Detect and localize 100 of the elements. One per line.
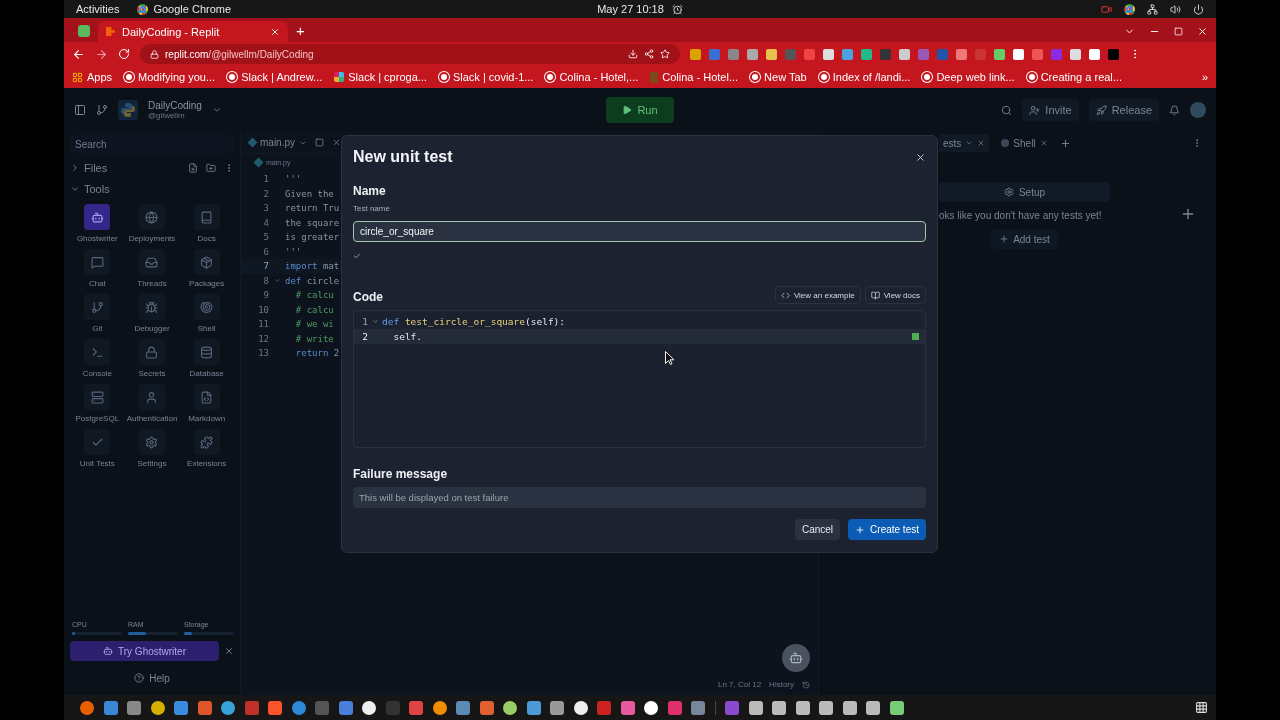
app-grid-icon[interactable] <box>1195 701 1208 714</box>
bookmark[interactable]: Deep web link... <box>922 71 1015 83</box>
tool-item[interactable]: Packages <box>179 249 234 288</box>
chrome-icon[interactable] <box>1124 3 1135 15</box>
taskbar-app-icon[interactable] <box>150 700 165 715</box>
activities-button[interactable]: Activities <box>76 3 120 15</box>
add-icon[interactable] <box>1180 206 1196 222</box>
tool-item[interactable]: Extensions <box>179 429 234 468</box>
tool-item[interactable]: Secrets <box>124 339 180 378</box>
tool-item[interactable]: Database <box>179 339 234 378</box>
extension-icon[interactable] <box>766 48 777 60</box>
extension-icon[interactable] <box>823 48 834 60</box>
extension-icon[interactable] <box>747 48 758 60</box>
bookmark[interactable]: Creating a real... <box>1026 71 1122 83</box>
reload-icon[interactable] <box>118 48 130 60</box>
chevron-right-icon[interactable] <box>70 163 80 173</box>
forward-icon[interactable] <box>95 47 108 61</box>
power-icon[interactable] <box>1193 3 1204 15</box>
split-icon[interactable] <box>315 138 324 147</box>
close-icon[interactable] <box>1197 26 1208 37</box>
help-button[interactable]: Help <box>70 669 234 687</box>
tool-item[interactable]: PostgreSQL <box>70 384 125 423</box>
create-test-button[interactable]: Create test <box>848 519 926 540</box>
new-tab-button[interactable]: + <box>296 22 305 39</box>
bookmark[interactable]: Colina - Hotel... <box>650 71 739 83</box>
taskbar-app-icon[interactable] <box>889 700 904 715</box>
branch-icon[interactable] <box>96 104 108 116</box>
add-test-button[interactable]: Add test <box>991 229 1058 249</box>
network-icon[interactable] <box>1147 3 1158 15</box>
tool-item[interactable]: Docs <box>179 204 234 243</box>
release-button[interactable]: Release <box>1088 99 1159 121</box>
tool-item[interactable]: Markdown <box>179 384 234 423</box>
taskbar-app-icon[interactable] <box>866 700 880 715</box>
close-icon[interactable] <box>332 138 341 147</box>
tool-item[interactable]: Console <box>70 339 125 378</box>
setup-button[interactable]: Setup <box>939 182 1110 202</box>
more-bookmarks-button[interactable]: » <box>1201 71 1208 83</box>
share-icon[interactable] <box>644 49 654 59</box>
tool-item[interactable]: Threads <box>124 249 180 288</box>
extension-icon[interactable] <box>1013 48 1024 60</box>
volume-icon[interactable] <box>1170 3 1181 15</box>
history-link[interactable]: History <box>769 680 794 689</box>
back-icon[interactable] <box>72 47 85 61</box>
new-folder-icon[interactable] <box>206 163 216 173</box>
taskbar-app-icon[interactable] <box>526 700 541 715</box>
panel-tab[interactable]: ests <box>939 134 990 152</box>
taskbar-app-icon[interactable] <box>362 700 376 715</box>
bookmark[interactable]: Slack | cproga... <box>334 71 427 83</box>
tools-heading[interactable]: Tools <box>84 183 110 195</box>
address-bar[interactable]: replit.com/@gilwellm/DailyCoding <box>140 44 680 64</box>
maximize-icon[interactable] <box>1174 27 1183 36</box>
editor-tab[interactable]: main.py <box>249 137 307 148</box>
tool-item[interactable]: Authentication <box>124 384 180 423</box>
bookmark[interactable]: Colina - Hotel,... <box>545 71 639 83</box>
search-field[interactable]: Search <box>70 135 234 153</box>
bookmark[interactable]: Index of /landi... <box>818 71 911 83</box>
extension-icon[interactable] <box>1070 48 1081 60</box>
camera-icon[interactable] <box>1101 3 1112 15</box>
code-editor[interactable]: 1 def test_circle_or_square(self): 2 self. <box>353 310 926 448</box>
extension-icon[interactable] <box>861 48 872 60</box>
taskbar-app-icon[interactable] <box>550 700 564 715</box>
tool-item[interactable]: Debugger <box>124 294 180 333</box>
caret-icon[interactable] <box>211 105 222 115</box>
close-icon[interactable] <box>1039 139 1048 147</box>
download-icon[interactable] <box>628 49 638 59</box>
files-heading[interactable]: Files <box>84 162 108 174</box>
bookmark[interactable]: New Tab <box>750 71 807 83</box>
taskbar-app-icon[interactable] <box>748 700 763 715</box>
tool-item[interactable]: Deployments <box>124 204 180 243</box>
ghostwriter-button[interactable] <box>782 644 810 672</box>
app-icon[interactable] <box>78 25 90 37</box>
view-example-button[interactable]: View an example <box>774 286 861 304</box>
close-icon[interactable] <box>224 646 234 656</box>
add-tab-icon[interactable] <box>1059 137 1071 149</box>
star-icon[interactable] <box>660 49 670 59</box>
taskbar-app-icon[interactable] <box>819 700 833 715</box>
bell-icon[interactable] <box>1169 104 1180 116</box>
bookmark[interactable]: Modifying you... <box>124 71 216 83</box>
history-icon[interactable] <box>802 680 810 689</box>
try-ghostwriter-button[interactable]: Try Ghostwriter <box>70 641 219 661</box>
tool-item[interactable]: Shell <box>179 294 234 333</box>
sidebar-toggle-icon[interactable] <box>74 104 86 116</box>
close-icon[interactable] <box>977 139 986 147</box>
chevron-down-icon[interactable] <box>70 184 80 194</box>
search-icon[interactable] <box>1001 104 1013 116</box>
extension-icon[interactable] <box>1089 48 1100 60</box>
bookmark[interactable]: Apps <box>72 71 113 83</box>
taskbar-app-icon[interactable] <box>573 700 588 715</box>
close-button[interactable] <box>915 151 926 163</box>
close-icon[interactable] <box>270 26 280 37</box>
tool-item[interactable]: Ghostwriter <box>70 204 125 243</box>
taskbar-app-icon[interactable] <box>842 700 857 715</box>
bookmark[interactable]: Slack | covid-1... <box>438 71 534 83</box>
clock[interactable]: May 27 10:18 <box>597 3 664 15</box>
extension-icon[interactable] <box>994 48 1005 60</box>
taskbar-app-icon[interactable] <box>432 700 447 715</box>
run-button[interactable]: Run <box>606 97 674 123</box>
invite-button[interactable]: Invite <box>1022 99 1079 121</box>
tool-item[interactable]: Chat <box>70 249 125 288</box>
extension-icon[interactable] <box>690 48 701 60</box>
